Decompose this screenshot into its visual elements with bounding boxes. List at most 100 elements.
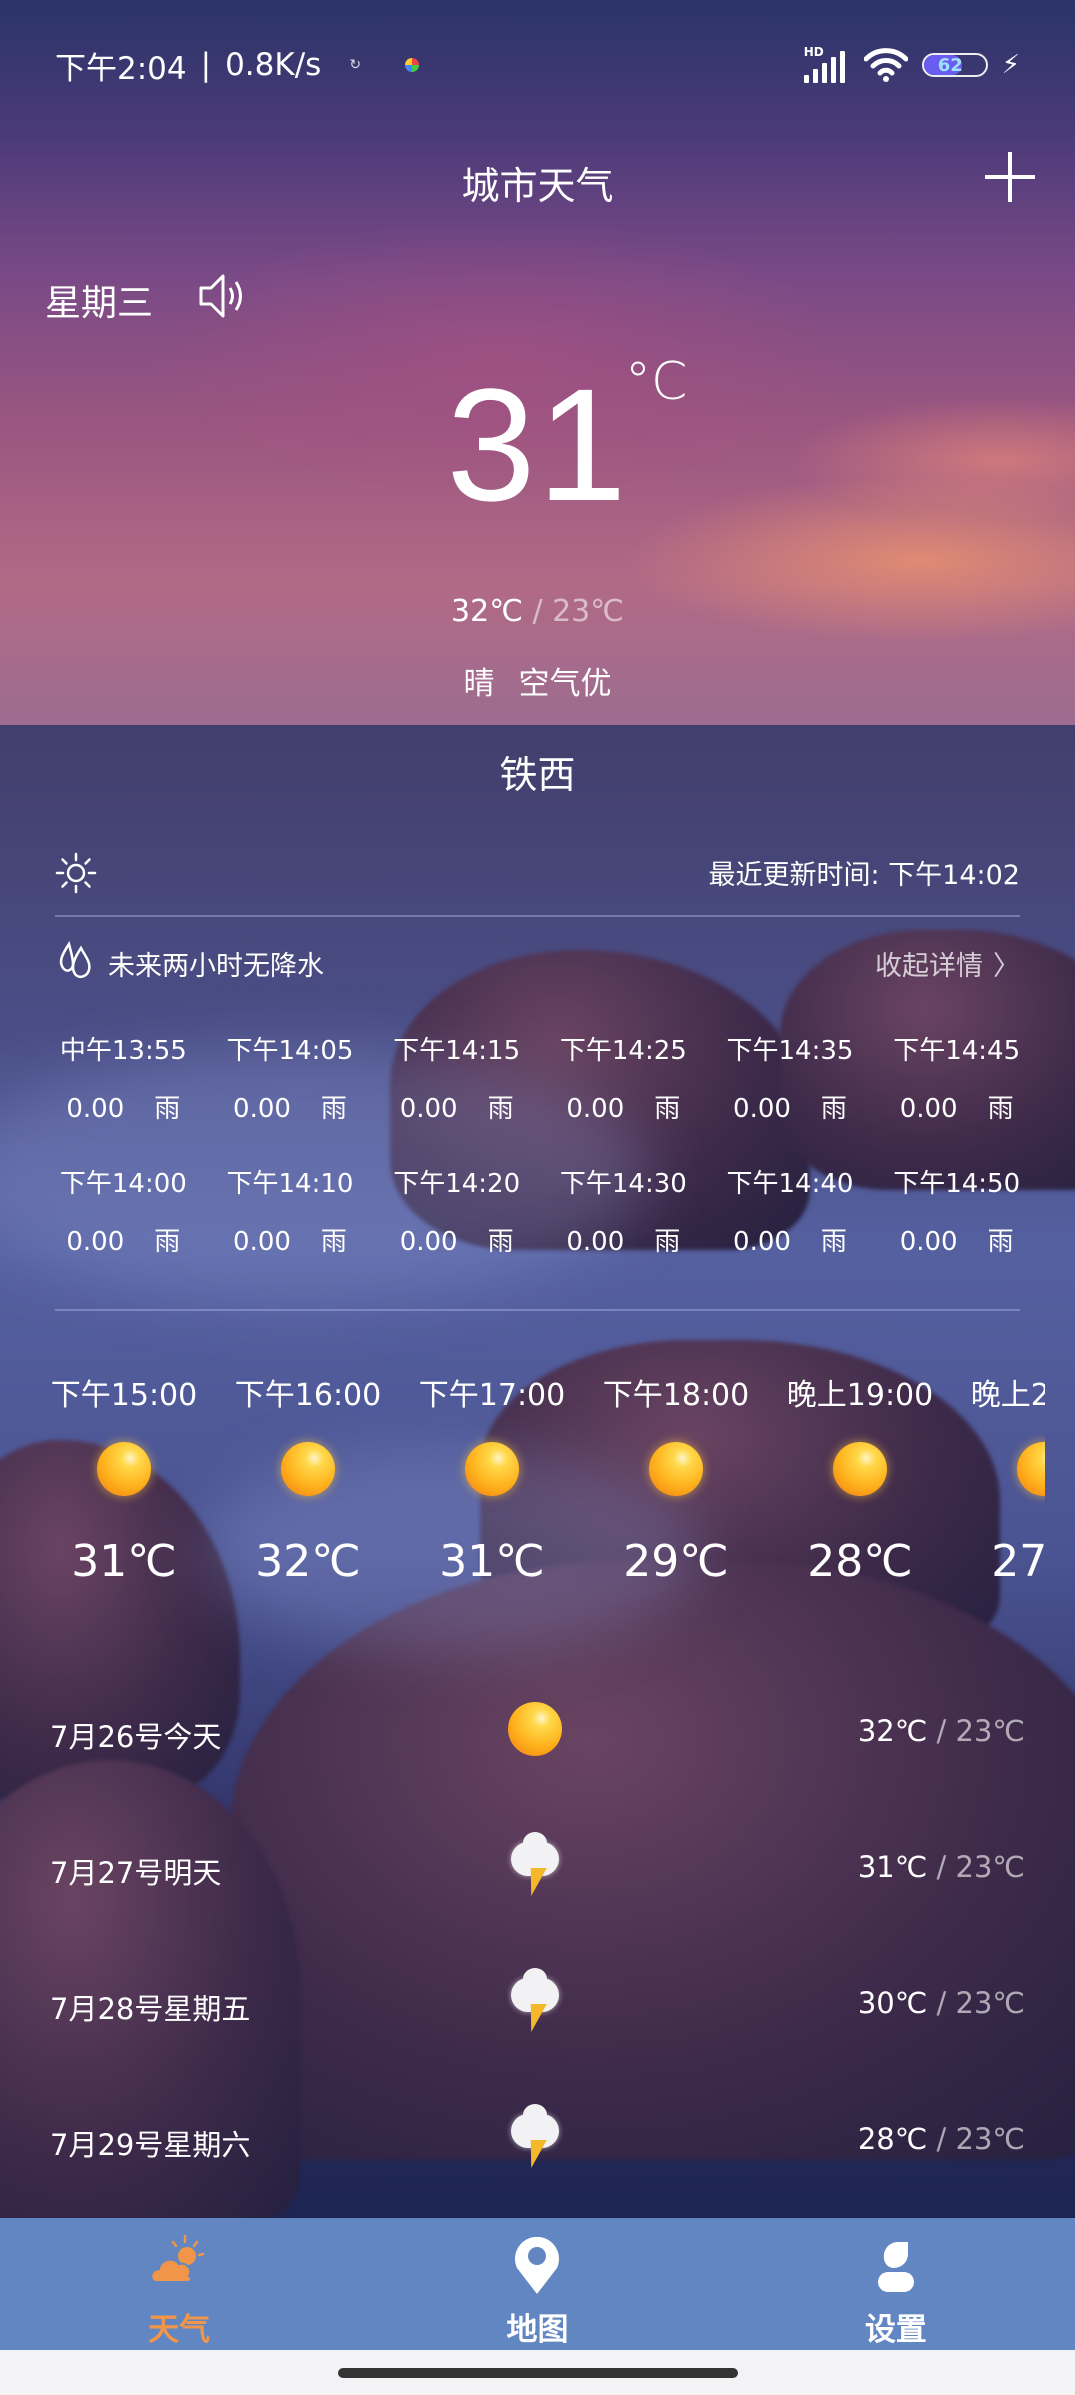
sunny-icon xyxy=(649,1442,703,1496)
collapse-details-link[interactable]: 收起详情〉 xyxy=(875,944,1020,983)
precip-amount: 0.00 xyxy=(233,1094,291,1124)
precip-value: 0.00 雨 xyxy=(40,1088,207,1125)
precip-type: 雨 xyxy=(154,1227,181,1257)
collapse-label: 收起详情 xyxy=(875,951,983,982)
precip-cell: 下午14:45 0.00 雨 xyxy=(873,1030,1040,1125)
precip-value: 0.00 雨 xyxy=(540,1221,707,1258)
precip-time: 下午14:00 xyxy=(59,1169,187,1199)
precip-cell: 下午14:35 0.00 雨 xyxy=(707,1030,874,1125)
hour-time: 下午15:00 xyxy=(50,1378,198,1413)
precip-cell: 下午14:10 0.00 雨 xyxy=(207,1163,374,1258)
add-city-button[interactable] xyxy=(985,152,1035,202)
raindrops-icon xyxy=(59,940,91,979)
today-high-low: 32℃ / 23℃ xyxy=(0,594,1075,629)
thunderstorm-icon xyxy=(505,2104,565,2172)
status-bar: 下午2:04 | 0.8K/s ↻ HD 62 ⚡ xyxy=(0,40,1075,90)
precip-cell: 下午14:30 0.00 雨 xyxy=(540,1163,707,1258)
precip-amount: 0.00 xyxy=(66,1227,125,1257)
map-pin-icon xyxy=(515,2236,560,2294)
day-high-low: 30℃ / 23℃ xyxy=(858,1986,1025,2020)
tab-label: 地图 xyxy=(506,2312,569,2348)
hourly-forecast[interactable]: 下午15:00 31℃ 下午16:00 32℃ 下午17:00 31℃ 下午18:00 29℃… xyxy=(0,1370,1045,1610)
hourly-item: 下午15:00 31℃ xyxy=(32,1370,216,1587)
precip-summary: 未来两小时无降水 xyxy=(108,951,324,982)
weather-condition: 晴 xyxy=(463,666,495,702)
tab-settings[interactable]: 设置 xyxy=(717,2218,1075,2350)
precip-amount: 0.00 xyxy=(733,1227,791,1257)
precip-time: 下午14:10 xyxy=(226,1169,354,1199)
precip-amount: 0.00 xyxy=(233,1227,291,1257)
day-icon xyxy=(505,2104,565,2168)
sunny-icon xyxy=(508,1702,562,1756)
network-speed: 0.8K/s xyxy=(225,47,322,83)
precip-type: 雨 xyxy=(987,1227,1014,1257)
gesture-bar-area xyxy=(0,2350,1075,2395)
today-high: 32℃ xyxy=(451,594,523,629)
precip-cell: 下午14:50 0.00 雨 xyxy=(873,1163,1040,1258)
tab-map[interactable]: 地图 xyxy=(358,2218,716,2350)
precip-amount: 0.00 xyxy=(66,1094,125,1124)
precip-cell: 下午14:15 0.00 雨 xyxy=(373,1030,540,1125)
temperature-unit: °C xyxy=(625,352,688,412)
precip-value: 0.00 雨 xyxy=(873,1088,1040,1125)
daily-row: 7月28号星期五 30℃ / 23℃ xyxy=(50,1968,1025,2108)
current-temperature: 31 xyxy=(446,355,629,534)
hilo-separator: / xyxy=(927,1850,956,1884)
precip-type: 雨 xyxy=(987,1094,1014,1124)
tab-label: 天气 xyxy=(148,2312,211,2348)
precip-amount: 0.00 xyxy=(733,1094,791,1124)
hour-temperature: 27℃ xyxy=(991,1536,1045,1587)
weekday-label: 星期三 xyxy=(45,283,154,324)
day-low: 23℃ xyxy=(955,1850,1025,1884)
district-name: 铁西 xyxy=(499,753,576,797)
divider xyxy=(55,915,1020,917)
thunderstorm-icon xyxy=(505,1832,565,1900)
home-indicator[interactable] xyxy=(338,2368,738,2378)
sunny-icon xyxy=(281,1442,335,1496)
day-icon xyxy=(505,1968,565,2032)
precip-amount: 0.00 xyxy=(399,1094,458,1124)
sunny-icon xyxy=(465,1442,519,1496)
hilo-separator: / xyxy=(927,1986,956,2020)
tab-weather[interactable]: 天气 xyxy=(0,2218,358,2350)
battery-percent: 62 xyxy=(937,54,963,76)
day-low: 23℃ xyxy=(955,2122,1025,2156)
precip-type: 雨 xyxy=(154,1094,181,1124)
precip-type: 雨 xyxy=(320,1094,347,1124)
chevron-right-icon: 〉 xyxy=(993,951,1020,982)
precip-type: 雨 xyxy=(820,1227,847,1257)
day-high: 31℃ xyxy=(857,1850,928,1884)
wifi-icon xyxy=(863,48,908,82)
hourly-item: 下午16:00 32℃ xyxy=(216,1370,400,1587)
sunny-icon xyxy=(833,1442,887,1496)
precip-cell: 下午14:40 0.00 雨 xyxy=(707,1163,874,1258)
day-low: 23℃ xyxy=(955,1986,1025,2020)
precip-cell: 中午13:55 0.00 雨 xyxy=(40,1030,207,1125)
precip-time: 下午14:20 xyxy=(393,1169,521,1199)
speaker-icon[interactable] xyxy=(195,268,251,324)
daily-forecast: 7月26号今天 32℃ / 23℃ 7月27号明天 31℃ / 23℃ 7月28号星期五… xyxy=(50,1700,1025,2244)
precip-amount: 0.00 xyxy=(566,1094,625,1124)
precip-type: 雨 xyxy=(487,1094,514,1124)
precip-amount: 0.00 xyxy=(899,1227,958,1257)
page-title: 城市天气 xyxy=(461,164,614,208)
condition-row: 晴空气优 xyxy=(0,658,1075,703)
precip-value: 0.00 雨 xyxy=(707,1221,874,1258)
user-icon xyxy=(877,2241,914,2292)
weather-icon xyxy=(150,2234,205,2283)
bottom-tab-bar: 天气 地图 设置 xyxy=(0,2218,1075,2350)
hour-temperature: 32℃ xyxy=(255,1536,361,1587)
hourly-track: 下午15:00 31℃ 下午16:00 32℃ 下午17:00 31℃ 下午18:00 29℃… xyxy=(32,1370,1045,1587)
precip-amount: 0.00 xyxy=(899,1094,958,1124)
day-label: 7月29号星期六 xyxy=(50,2128,251,2162)
daily-row: 7月26号今天 32℃ / 23℃ xyxy=(50,1700,1025,1836)
day-high: 28℃ xyxy=(857,2122,928,2156)
precip-value: 0.00 雨 xyxy=(207,1088,374,1125)
divider xyxy=(55,1309,1020,1311)
precip-amount: 0.00 xyxy=(566,1227,625,1257)
precip-time: 下午14:05 xyxy=(226,1036,354,1066)
battery-icon: 62 xyxy=(921,53,988,77)
precip-type: 雨 xyxy=(320,1227,347,1257)
hourly-item: 晚上20:00 27℃ xyxy=(952,1370,1045,1587)
hour-temperature: 31℃ xyxy=(71,1536,177,1587)
